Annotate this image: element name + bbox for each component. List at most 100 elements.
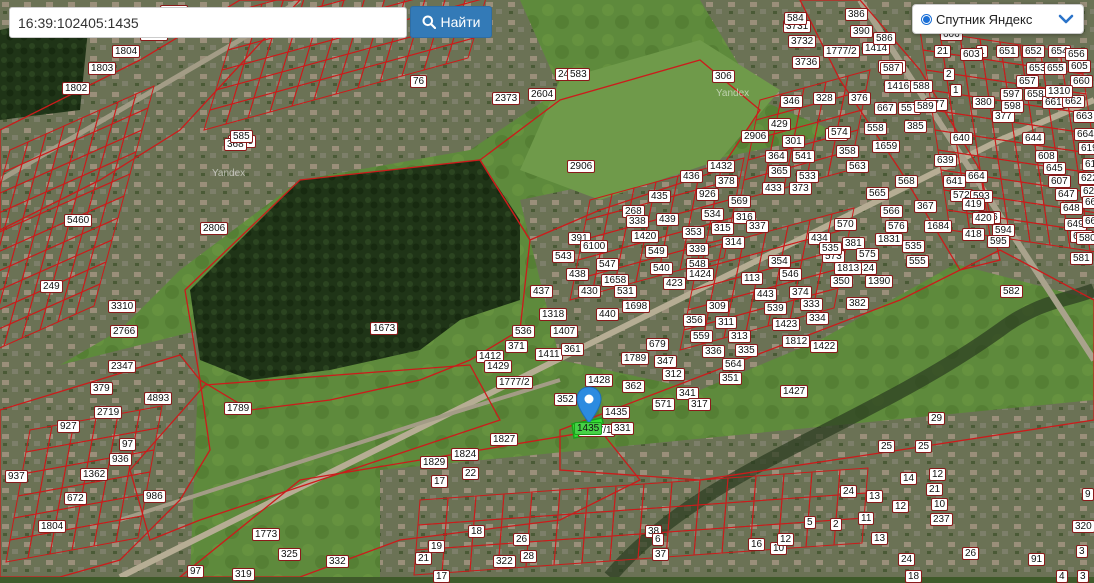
parcel-label[interactable]: 350: [830, 275, 853, 288]
parcel-label[interactable]: 598: [1001, 100, 1024, 113]
parcel-label[interactable]: 335: [735, 344, 758, 357]
parcel-label[interactable]: 539: [764, 302, 787, 315]
parcel-label[interactable]: 361: [561, 343, 584, 356]
parcel-label[interactable]: 1435: [602, 406, 631, 419]
parcel-label[interactable]: 419: [962, 198, 985, 211]
parcel-label[interactable]: 385: [904, 120, 927, 133]
parcel-label[interactable]: 97: [187, 565, 205, 578]
parcel-label[interactable]: 249: [40, 280, 63, 293]
parcel-label[interactable]: 568: [895, 175, 918, 188]
parcel-label[interactable]: 1427: [780, 385, 809, 398]
parcel-label[interactable]: 667: [874, 102, 897, 115]
parcel-label[interactable]: 2: [830, 518, 842, 531]
parcel-label[interactable]: 587: [880, 62, 903, 75]
parcel-label[interactable]: 1773: [252, 528, 281, 541]
parcel-label[interactable]: 666: [1082, 215, 1094, 228]
parcel-label[interactable]: 2906: [741, 130, 770, 143]
parcel-label[interactable]: 665: [1082, 196, 1094, 209]
parcel-label[interactable]: 595: [987, 235, 1010, 248]
parcel-label[interactable]: 1804: [38, 520, 67, 533]
parcel-label[interactable]: 322: [493, 555, 516, 568]
parcel-label[interactable]: 25: [878, 440, 896, 453]
parcel-label[interactable]: 430: [578, 285, 601, 298]
parcel-label[interactable]: 12: [892, 500, 910, 513]
parcel-label[interactable]: 317: [688, 398, 711, 411]
parcel-label[interactable]: 927: [57, 420, 80, 433]
parcel-label[interactable]: 10: [931, 498, 949, 511]
parcel-label[interactable]: 581: [1070, 252, 1093, 265]
parcel-label[interactable]: 3: [1076, 545, 1088, 558]
parcel-label[interactable]: 1684: [924, 220, 953, 233]
parcel-label[interactable]: 353: [682, 226, 705, 239]
parcel-label[interactable]: 2604: [528, 88, 557, 101]
parcel-label[interactable]: 1416: [884, 80, 913, 93]
parcel-label[interactable]: 12: [777, 533, 795, 546]
parcel-label[interactable]: 1424: [686, 268, 715, 281]
parcel-label[interactable]: 438: [566, 268, 589, 281]
parcel-label[interactable]: 1802: [62, 82, 91, 95]
parcel-label[interactable]: 607: [1048, 175, 1071, 188]
parcel-label[interactable]: 364: [765, 150, 788, 163]
parcel-label[interactable]: 18: [468, 525, 486, 538]
parcel-label[interactable]: 605: [1068, 60, 1091, 73]
parcel-label[interactable]: 651: [996, 45, 1019, 58]
parcel-label[interactable]: 1429: [484, 360, 513, 373]
parcel-label[interactable]: 332: [326, 555, 349, 568]
parcel-label[interactable]: 309: [706, 300, 729, 313]
parcel-label[interactable]: 433: [762, 182, 785, 195]
parcel-label[interactable]: 379: [90, 382, 113, 395]
parcel-label[interactable]: 569: [728, 195, 751, 208]
parcel-label[interactable]: 362: [622, 380, 645, 393]
parcel-label[interactable]: 371: [505, 340, 528, 353]
parcel-label[interactable]: 986: [143, 490, 166, 503]
parcel-label[interactable]: 1698: [622, 300, 651, 313]
parcel-label[interactable]: 1390: [865, 275, 894, 288]
parcel-label[interactable]: 338: [626, 215, 649, 228]
parcel-label[interactable]: 24: [840, 485, 858, 498]
parcel-label[interactable]: 21: [926, 483, 944, 496]
parcel-label[interactable]: 319: [232, 568, 255, 581]
parcel-label[interactable]: 365: [768, 165, 791, 178]
parcel-label[interactable]: 2806: [200, 222, 229, 235]
parcel-label[interactable]: 937: [5, 470, 28, 483]
parcel-label[interactable]: 21: [934, 45, 952, 58]
parcel-label[interactable]: 580: [1076, 232, 1094, 245]
parcel-label[interactable]: 535: [819, 242, 842, 255]
parcel-label[interactable]: 1310: [1045, 85, 1074, 98]
parcel-label[interactable]: 2: [943, 68, 955, 81]
parcel-label[interactable]: 558: [864, 122, 887, 135]
parcel-label[interactable]: 1829: [420, 456, 449, 469]
parcel-label[interactable]: 663: [1073, 110, 1094, 123]
parcel-label[interactable]: 437: [530, 285, 553, 298]
parcel-label[interactable]: 531: [614, 285, 637, 298]
parcel-label[interactable]: 390: [850, 25, 873, 38]
parcel-label[interactable]: 376: [848, 92, 871, 105]
parcel-label[interactable]: 657: [1016, 75, 1039, 88]
parcel-label[interactable]: 622: [1078, 172, 1094, 185]
parcel-label[interactable]: 1423: [772, 318, 801, 331]
parcel-label[interactable]: 535: [902, 240, 925, 253]
parcel-label[interactable]: 1804: [112, 45, 141, 58]
parcel-label[interactable]: 435: [648, 190, 671, 203]
parcel-label[interactable]: 5: [804, 516, 816, 529]
parcel-label[interactable]: 16: [748, 538, 766, 551]
parcel-label[interactable]: 420: [972, 212, 995, 225]
parcel-label[interactable]: 1407: [550, 325, 579, 338]
parcel-label[interactable]: 429: [768, 118, 791, 131]
parcel-label[interactable]: 301: [782, 135, 805, 148]
parcel-label[interactable]: 565: [866, 187, 889, 200]
parcel-label[interactable]: 351: [719, 372, 742, 385]
parcel-label[interactable]: 1659: [872, 140, 901, 153]
parcel-label[interactable]: 4893: [144, 392, 173, 405]
parcel-label[interactable]: 679: [646, 338, 669, 351]
parcel-label[interactable]: 582: [1000, 285, 1023, 298]
parcel-label[interactable]: 358: [836, 145, 859, 158]
parcel-label[interactable]: 2766: [110, 325, 139, 338]
parcel-label[interactable]: 549: [645, 245, 668, 258]
parcel-label[interactable]: 546: [779, 268, 802, 281]
parcel-label[interactable]: 314: [722, 236, 745, 249]
parcel-label[interactable]: 1362: [80, 468, 109, 481]
parcel-label[interactable]: 555: [906, 255, 929, 268]
parcel-label[interactable]: 584: [784, 12, 807, 25]
parcel-label[interactable]: 543: [552, 250, 575, 263]
